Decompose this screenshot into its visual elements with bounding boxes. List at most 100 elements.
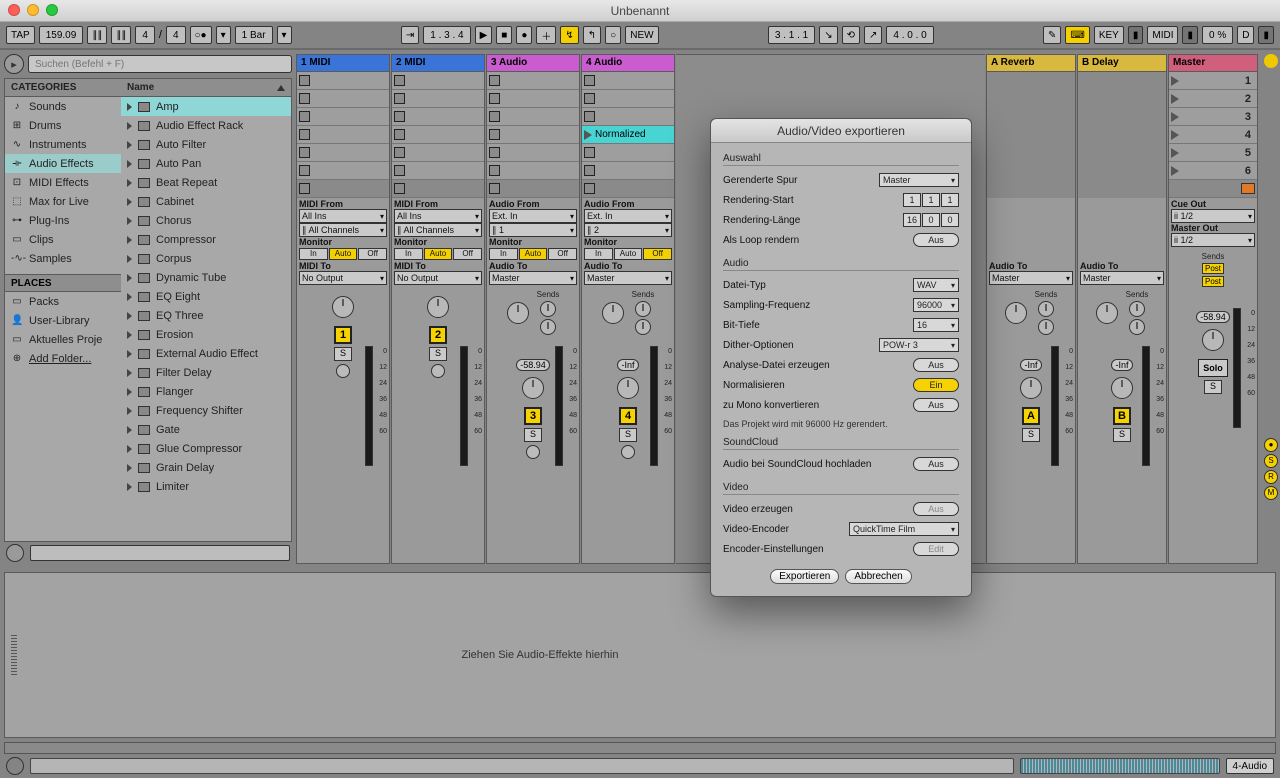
zoom-window-icon[interactable] xyxy=(46,4,58,16)
volume-knob[interactable] xyxy=(1202,329,1224,351)
new-button[interactable]: NEW xyxy=(625,26,658,44)
stop-all-slot[interactable] xyxy=(487,180,579,198)
device-item[interactable]: Corpus xyxy=(121,249,291,268)
monitor-auto[interactable]: Auto xyxy=(614,248,643,260)
mono-toggle[interactable]: Aus xyxy=(913,398,959,412)
volume-value[interactable]: -Inf xyxy=(617,359,638,371)
place-add-folder-[interactable]: ⊕Add Folder... xyxy=(5,349,121,368)
clip-slot[interactable] xyxy=(582,72,674,90)
clip-slot[interactable] xyxy=(392,72,484,90)
monitor-off[interactable]: Off xyxy=(358,248,387,260)
scene-slot[interactable]: 3 xyxy=(1169,108,1257,126)
track-activator[interactable]: Solo xyxy=(1198,359,1228,377)
track-header[interactable]: 2 MIDI xyxy=(392,55,484,72)
volume-knob[interactable] xyxy=(522,377,544,399)
place-user-library[interactable]: 👤User-Library xyxy=(5,311,121,330)
category-sounds[interactable]: ♪Sounds xyxy=(5,97,121,116)
place-aktuelles-proje[interactable]: ▭Aktuelles Proje xyxy=(5,330,121,349)
draw-mode-button[interactable]: ✎ xyxy=(1043,26,1061,44)
video-create-toggle[interactable]: Aus xyxy=(913,502,959,516)
volume-value[interactable]: -Inf xyxy=(1020,359,1041,371)
loop-start[interactable]: 3 . 1 . 1 xyxy=(768,26,815,44)
volume-knob[interactable] xyxy=(332,296,354,318)
punch-in-button[interactable]: ↘ xyxy=(819,26,837,44)
clip-slot[interactable] xyxy=(487,126,579,144)
browser-collapse-icon[interactable]: ▸ xyxy=(4,54,24,74)
clip-slot[interactable] xyxy=(297,162,389,180)
device-item[interactable]: Auto Filter xyxy=(121,135,291,154)
names-header[interactable]: Name xyxy=(121,79,291,97)
track-header[interactable]: B Delay xyxy=(1078,55,1166,72)
track-header[interactable]: Master xyxy=(1169,55,1257,72)
output-select[interactable]: No Output xyxy=(394,271,482,285)
device-item[interactable]: Auto Pan xyxy=(121,154,291,173)
monitor-in[interactable]: In xyxy=(584,248,613,260)
solo-button[interactable]: S xyxy=(619,428,637,442)
stop-all-slot[interactable] xyxy=(392,180,484,198)
monitor-in[interactable]: In xyxy=(394,248,423,260)
post-button[interactable]: Post xyxy=(1202,263,1224,274)
input-type[interactable]: All Ins xyxy=(394,209,482,223)
device-item[interactable]: EQ Eight xyxy=(121,287,291,306)
close-window-icon[interactable] xyxy=(8,4,20,16)
bitdepth-select[interactable]: 16 xyxy=(913,318,959,332)
dither-select[interactable]: POW-r 3 xyxy=(879,338,959,352)
device-item[interactable]: Chorus xyxy=(121,211,291,230)
midi-map-button[interactable]: MIDI xyxy=(1147,26,1178,44)
device-item[interactable]: Gate xyxy=(121,420,291,439)
clip-overview[interactable] xyxy=(1020,758,1220,774)
category-plug-ins[interactable]: ⊶Plug-Ins xyxy=(5,211,121,230)
stop-all-button[interactable] xyxy=(1169,180,1257,198)
loop-button[interactable]: ⟲ xyxy=(842,26,860,44)
minimize-window-icon[interactable] xyxy=(27,4,39,16)
send-b-knob[interactable] xyxy=(635,319,651,335)
tempo-value[interactable]: 159.09 xyxy=(39,26,84,44)
output-select[interactable]: No Output xyxy=(299,271,387,285)
master-out-select[interactable]: ii 1/2 xyxy=(1171,233,1255,247)
category-max-for-live[interactable]: ⬚Max for Live xyxy=(5,192,121,211)
track-activator[interactable]: 3 xyxy=(524,407,542,425)
send-a-knob[interactable] xyxy=(635,301,651,317)
cancel-button[interactable]: Abbrechen xyxy=(845,569,911,584)
input-channel[interactable]: ∥ 2 xyxy=(584,223,672,237)
video-encoder-select[interactable]: QuickTime Film xyxy=(849,522,959,536)
follow-button[interactable]: ⇥ xyxy=(401,26,419,44)
monitor-auto[interactable]: Auto xyxy=(424,248,453,260)
volume-knob[interactable] xyxy=(1111,377,1133,399)
volume-knob[interactable] xyxy=(1020,377,1042,399)
input-type[interactable]: All Ins xyxy=(299,209,387,223)
track-activator[interactable]: A xyxy=(1022,407,1040,425)
device-item[interactable]: Erosion xyxy=(121,325,291,344)
session-record-button[interactable]: ○ xyxy=(605,26,621,44)
device-item[interactable]: Glue Compressor xyxy=(121,439,291,458)
quantize-dropdown[interactable]: ▾ xyxy=(277,26,292,44)
clip-slot[interactable] xyxy=(487,144,579,162)
scene-slot[interactable]: 2 xyxy=(1169,90,1257,108)
clip-slot[interactable] xyxy=(297,72,389,90)
clip-slot[interactable]: Normalized xyxy=(582,126,674,144)
clip-slot[interactable] xyxy=(392,90,484,108)
category-drums[interactable]: ⊞Drums xyxy=(5,116,121,135)
track-header[interactable]: A Reverb xyxy=(987,55,1075,72)
solo-button[interactable]: S xyxy=(524,428,542,442)
monitor-off[interactable]: Off xyxy=(548,248,577,260)
time-sig-den[interactable]: 4 xyxy=(166,26,186,44)
sc-upload-toggle[interactable]: Aus xyxy=(913,457,959,471)
volume-knob[interactable] xyxy=(427,296,449,318)
pan-knob[interactable] xyxy=(1005,302,1027,324)
device-item[interactable]: Compressor xyxy=(121,230,291,249)
solo-button[interactable]: S xyxy=(1204,380,1222,394)
stop-all-slot[interactable] xyxy=(297,180,389,198)
play-button[interactable]: ▶ xyxy=(475,26,493,44)
output-select[interactable]: Master xyxy=(1080,271,1164,285)
stop-button[interactable]: ■ xyxy=(496,26,512,44)
clip-slot[interactable] xyxy=(487,90,579,108)
track-header[interactable]: 1 MIDI xyxy=(297,55,389,72)
clip-slot[interactable] xyxy=(487,162,579,180)
track-activator[interactable]: 2 xyxy=(429,326,447,344)
solo-button[interactable]: S xyxy=(429,347,447,361)
device-item[interactable]: Audio Effect Rack xyxy=(121,116,291,135)
show-returns-toggle[interactable]: S xyxy=(1264,454,1278,468)
clip-slot[interactable] xyxy=(582,108,674,126)
clip-play-button[interactable] xyxy=(6,757,24,775)
